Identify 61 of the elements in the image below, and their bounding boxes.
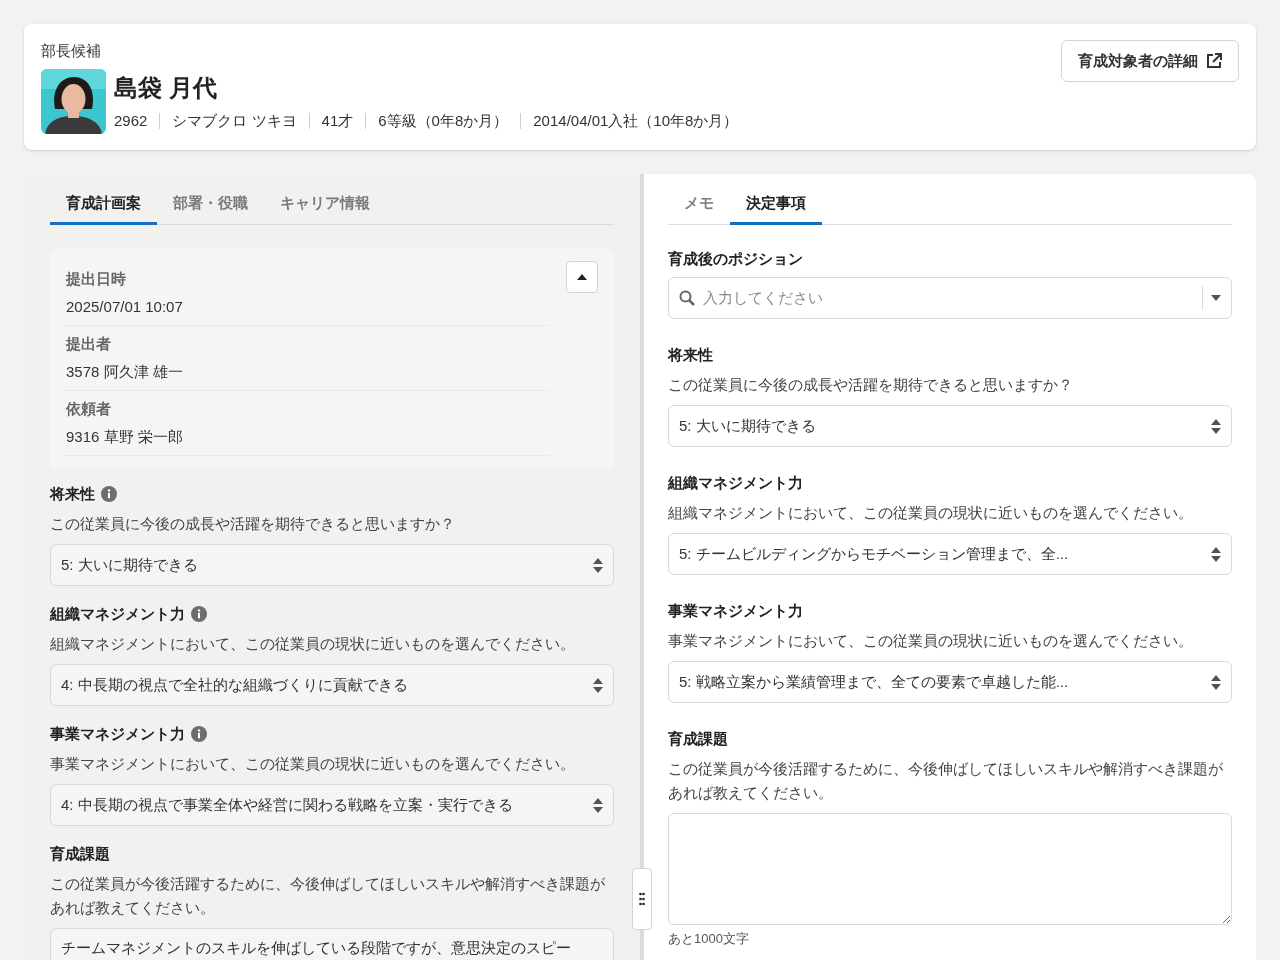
info-label: 依頼者 — [66, 399, 112, 419]
info-icon[interactable] — [101, 486, 117, 502]
info-label: 提出者 — [66, 334, 112, 354]
info-value: 9316 草野 栄一郎 — [66, 427, 184, 447]
sort-icon — [593, 557, 603, 573]
char-counter: あと1000文字 — [668, 930, 750, 948]
tab[interactable]: メモ — [668, 187, 730, 225]
field-question: この従業員が今後活躍するために、今後伸ばしてほしいスキルや解消すべき課題があれば教えてください。 — [50, 874, 606, 918]
field-label: 育成課題 — [668, 729, 728, 749]
field-question: この従業員に今後の成長や活躍を期待できると思いますか？ — [668, 375, 1074, 395]
field-label: 事業マネジメント力 — [668, 601, 803, 621]
sort-icon — [593, 797, 603, 813]
search-input[interactable]: 入力してください — [703, 286, 1194, 310]
sort-icon — [1211, 418, 1221, 434]
field-label: 将来性 — [50, 484, 95, 504]
field-question: 組織マネジメントにおいて、この従業員の現状に近いものを選んでください。 — [668, 503, 1194, 523]
field-label: 事業マネジメント力 — [50, 724, 185, 744]
info-icon[interactable] — [191, 606, 207, 622]
field-question: この従業員が今後活躍するために、今後伸ばしてほしいスキルや解消すべき課題があれば教えてください。 — [668, 759, 1224, 803]
role-label: 部長候補 — [41, 41, 102, 61]
external-link-icon — [1206, 53, 1222, 69]
select-field[interactable]: 4: 中長期の視点で全社的な組織づくりに貢献できる — [50, 664, 614, 706]
sort-icon — [1211, 546, 1221, 562]
select-field[interactable]: 5: 戦略立案から業績管理まで、全ての要素で卓越した能... — [668, 661, 1232, 703]
employee-meta: シマブクロ ツキヨ — [172, 110, 297, 131]
collapse-button[interactable] — [566, 261, 598, 293]
field-question: 組織マネジメントにおいて、この従業員の現状に近いものを選んでください。 — [50, 634, 576, 654]
detail-button[interactable]: 育成対象者の詳細 — [1061, 40, 1239, 82]
tab[interactable]: 決定事項 — [730, 187, 822, 225]
field-label: 育成後のポジション — [668, 249, 803, 269]
field-label: 組織マネジメント力 — [668, 473, 803, 493]
select-field[interactable]: 5: 大いに期待できる — [50, 544, 614, 586]
field-question: 事業マネジメントにおいて、この従業員の現状に近いものを選んでください。 — [50, 754, 576, 774]
employee-meta: 2014/04/01入社（10年8か月） — [533, 110, 739, 131]
field-question: この従業員に今後の成長や活躍を期待できると思いますか？ — [50, 514, 456, 534]
sort-icon — [593, 677, 603, 693]
select-field[interactable]: 5: チームビルディングからモチベーション管理まで、全... — [668, 533, 1232, 575]
field-question: 事業マネジメントにおいて、この従業員の現状に近いものを選んでください。 — [668, 631, 1194, 651]
caret-icon — [1211, 295, 1221, 301]
caret-icon — [577, 274, 587, 280]
field-label: 組織マネジメント力 — [50, 604, 185, 624]
info-label: 提出日時 — [66, 269, 127, 289]
employee-meta: 2962 — [114, 110, 148, 131]
text-area[interactable]: チームマネジメントのスキルを伸ばしている段階ですが、意思決定のスピー — [50, 928, 614, 960]
info-value: 2025/07/01 10:07 — [66, 297, 184, 317]
select-field[interactable]: 5: 大いに期待できる — [668, 405, 1232, 447]
tab[interactable]: 部署・役職 — [157, 187, 264, 225]
resize-handle[interactable] — [632, 867, 652, 930]
combobox-field[interactable]: 入力してください — [668, 277, 1232, 319]
employee-name: 島袋 月代 — [114, 72, 218, 103]
field-label: 育成課題 — [50, 844, 110, 864]
tab[interactable]: 育成計画案 — [50, 187, 157, 225]
field-label: 将来性 — [668, 345, 713, 365]
search-icon — [679, 290, 695, 306]
employee-meta: 41才 — [321, 110, 354, 131]
sort-icon — [1211, 674, 1221, 690]
tab[interactable]: キャリア情報 — [264, 187, 386, 225]
info-value: 3578 阿久津 雄一 — [66, 362, 184, 382]
employee-meta: 6等級（0年8か月） — [378, 110, 509, 131]
info-icon[interactable] — [191, 726, 207, 742]
select-field[interactable]: 4: 中長期の視点で事業全体や経営に関わる戦略を立案・実行できる — [50, 784, 614, 826]
